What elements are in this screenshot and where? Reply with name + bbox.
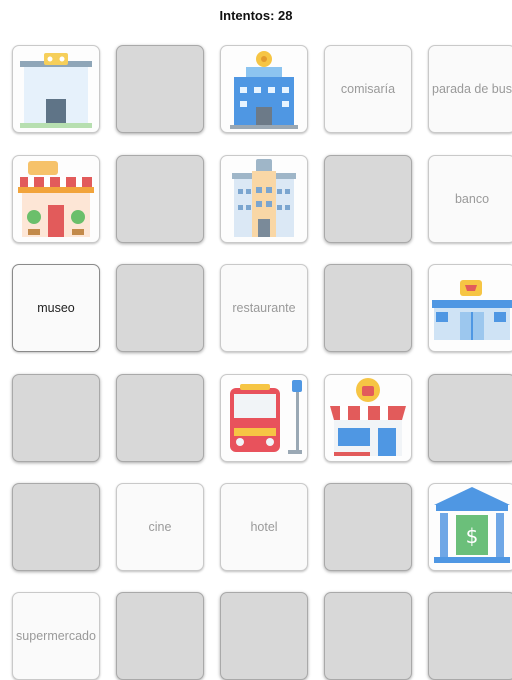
card-27[interactable] (116, 592, 204, 680)
card-5[interactable]: parada de bus (428, 45, 512, 133)
card-17[interactable] (116, 374, 204, 462)
card-15[interactable] (428, 264, 512, 352)
card-11[interactable]: museo (12, 264, 100, 352)
card-26[interactable]: supermercado (12, 592, 100, 680)
card-28[interactable] (220, 592, 308, 680)
card-2[interactable] (116, 45, 204, 133)
card-10[interactable]: banco (428, 155, 512, 243)
card-4[interactable]: comisaría (324, 45, 412, 133)
card-19[interactable] (324, 374, 412, 462)
building-icon (20, 53, 92, 128)
card-16[interactable] (12, 374, 100, 462)
card-9[interactable] (324, 155, 412, 243)
card-7[interactable] (116, 155, 204, 243)
card-20[interactable] (428, 374, 512, 462)
bank-icon: $ (434, 487, 510, 563)
card-25[interactable]: $ (428, 483, 512, 571)
card-29[interactable] (324, 592, 412, 680)
svg-text:$: $ (466, 524, 479, 548)
card-22[interactable]: cine (116, 483, 204, 571)
bus-stop-icon (230, 380, 302, 454)
card-14[interactable] (324, 264, 412, 352)
card-21[interactable] (12, 483, 100, 571)
card-24[interactable] (324, 483, 412, 571)
card-6[interactable] (12, 155, 100, 243)
police-station-icon (230, 51, 298, 129)
hotel-icon (232, 159, 296, 237)
restaurant-icon (18, 161, 94, 237)
card-23[interactable]: hotel (220, 483, 308, 571)
shop-icon (330, 378, 406, 456)
card-18[interactable] (220, 374, 308, 462)
supermarket-icon (432, 280, 512, 340)
card-13[interactable]: restaurante (220, 264, 308, 352)
card-8[interactable] (220, 155, 308, 243)
card-30[interactable] (428, 592, 512, 680)
card-12[interactable] (116, 264, 204, 352)
card-3[interactable] (220, 45, 308, 133)
card-1[interactable] (12, 45, 100, 133)
attempts-counter: Intentos: 28 (219, 8, 293, 23)
